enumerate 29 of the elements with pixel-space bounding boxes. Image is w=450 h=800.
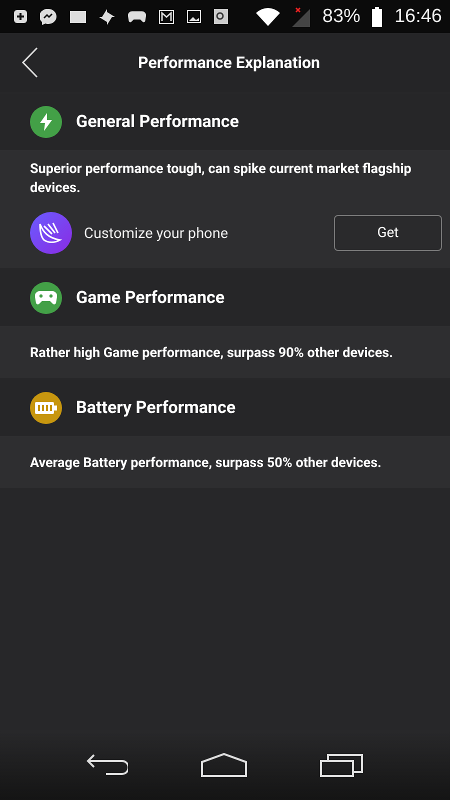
page-title: Performance Explanation xyxy=(137,53,321,72)
home-icon xyxy=(200,753,247,777)
back-icon xyxy=(22,47,38,78)
pinwheel-icon xyxy=(99,8,115,24)
gamepad-icon xyxy=(128,10,146,22)
section-description: Rather high Game performance, surpass 90% other devices. xyxy=(30,344,394,362)
bird-app-icon xyxy=(30,212,72,254)
back-icon xyxy=(86,753,128,777)
section-title: Game Performance xyxy=(76,288,225,308)
image-icon xyxy=(187,10,201,23)
promo-label: Customize your phone xyxy=(84,224,230,242)
section-description: Superior performance tough, can spike current market flagship devices. xyxy=(30,160,412,198)
section-title: General Performance xyxy=(76,112,239,132)
app-icon xyxy=(70,10,86,22)
mail-icon xyxy=(159,10,174,24)
plus-icon xyxy=(14,10,27,23)
gamepad-icon xyxy=(35,291,57,305)
signal-icon xyxy=(292,6,310,26)
section-title: Battery Performance xyxy=(76,398,236,418)
battery-percent: 83% xyxy=(322,6,360,28)
recents-icon xyxy=(320,753,364,777)
battery-icon xyxy=(35,402,57,414)
get-button[interactable]: Get xyxy=(334,215,442,251)
chat-bubble-icon xyxy=(40,8,57,24)
section-description: Average Battery performance, surpass 50% other devices. xyxy=(30,454,382,472)
wifi-icon xyxy=(256,8,280,26)
lightning-icon xyxy=(40,113,52,131)
clock: 16:46 xyxy=(394,6,442,28)
battery-icon xyxy=(372,6,382,26)
